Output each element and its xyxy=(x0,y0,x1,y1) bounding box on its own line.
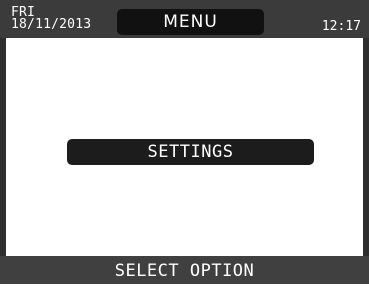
header-bar: FRI 18/11/2013 MENU 12:17 xyxy=(0,0,369,38)
page-title: MENU xyxy=(117,9,264,35)
date-label: 18/11/2013 xyxy=(11,17,92,32)
status-bar: SELECT OPTION xyxy=(0,256,369,284)
date-display: FRI 18/11/2013 xyxy=(11,6,92,32)
screen-border-left xyxy=(0,0,6,284)
clock-time: 12:17 xyxy=(321,19,361,34)
settings-button[interactable]: SETTINGS xyxy=(67,139,314,165)
device-screen: FRI 18/11/2013 MENU 12:17 SETTINGS SELEC… xyxy=(0,0,369,284)
screen-border-right xyxy=(363,0,369,284)
